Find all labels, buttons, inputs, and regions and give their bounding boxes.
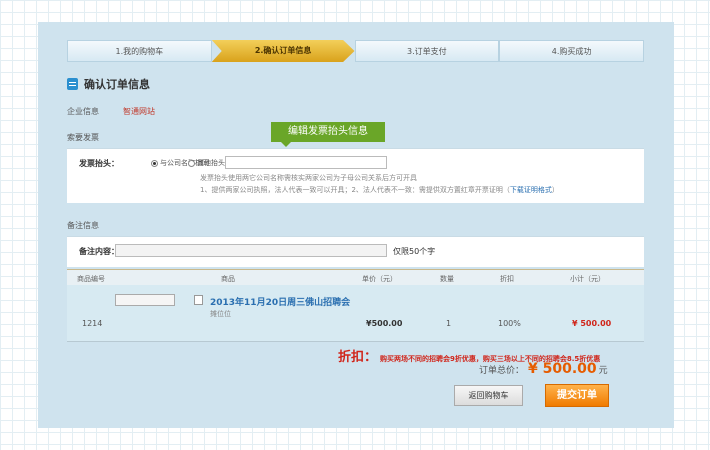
invoice-hint-end: ）	[551, 186, 559, 194]
step-cart[interactable]: 1.我的购物车	[67, 40, 212, 62]
total-unit: 元	[598, 366, 608, 376]
cell-discount: 100%	[498, 319, 521, 328]
back-to-cart-button[interactable]: 返回购物车	[454, 385, 523, 406]
remark-box: 备注内容： 仅限50个字	[67, 236, 644, 267]
invoice-box: 发票抬头： 与公司名称相同 其他抬头 发票抬头使用两它公司名称需核实两家公司为子…	[67, 148, 644, 203]
download-proof-link[interactable]: 下载证明格式	[510, 186, 552, 194]
title-row: 确认订单信息	[67, 76, 150, 92]
cell-id: 1214	[82, 319, 103, 328]
invoice-hint-detail: 1、提供两家公司执照，法人代表一致可以开具；2、法人代表不一致：需提供双方置红章…	[200, 185, 559, 195]
step-payment: 3.订单支付	[354, 40, 500, 62]
remark-input[interactable]	[115, 244, 387, 257]
page-title: 确认订单信息	[84, 78, 150, 91]
progress-steps: 1.我的购物车 2.确认订单信息 3.订单支付 4.购买成功	[67, 40, 644, 62]
cell-price: ¥500.00	[366, 319, 403, 328]
col-header-product: 商品	[221, 275, 235, 283]
invoice-title-input[interactable]	[225, 156, 387, 169]
remark-section-label: 备注信息	[67, 221, 99, 230]
cell-subtotal: ¥ 500.00	[572, 319, 612, 328]
company-label: 企业信息	[67, 107, 99, 116]
radio-other-title[interactable]: 其他抬头	[188, 158, 225, 168]
product-sub: 摊位位	[210, 310, 231, 318]
submit-order-button[interactable]: 提交订单	[545, 384, 609, 407]
col-header-qty: 数量	[440, 275, 454, 283]
invoice-hint: 发票抬头使用两它公司名称需核实两家公司为子母公司关系后方可开具	[200, 174, 417, 182]
radio-dot-checked[interactable]	[151, 159, 158, 167]
broken-image-icon	[194, 295, 203, 305]
remark-limit: 仅限50个字	[393, 247, 436, 256]
col-header-price: 单价（元）	[362, 275, 397, 283]
invoice-section-label: 索要发票	[67, 133, 99, 142]
order-total: 订单总价： ¥ 500.00 元	[479, 361, 608, 377]
product-thumbnail	[115, 294, 175, 306]
total-label: 订单总价：	[479, 366, 525, 376]
radio-other-label: 其他抬头	[197, 159, 225, 167]
cell-qty: 1	[446, 319, 452, 328]
total-amount: ¥ 500.00	[528, 361, 597, 377]
table-row: 2013年11月20日周三佛山招聘会 摊位位 1214 ¥500.00 1 10…	[67, 285, 644, 342]
remark-field-label: 备注内容：	[79, 247, 119, 256]
col-header-id: 商品编号	[77, 275, 105, 283]
step-confirm-order: 2.确认订单信息	[211, 40, 355, 62]
document-icon	[67, 78, 78, 90]
step-success: 4.购买成功	[499, 40, 644, 62]
product-name-link[interactable]: 2013年11月20日周三佛山招聘会	[210, 295, 350, 308]
col-header-subtotal: 小计（元）	[570, 275, 605, 283]
discount-title: 折扣：	[338, 350, 378, 365]
col-header-discount: 折扣	[500, 275, 514, 283]
radio-dot[interactable]	[188, 159, 195, 167]
company-name: 智通网站	[123, 107, 155, 116]
order-panel: 1.我的购物车 2.确认订单信息 3.订单支付 4.购买成功 确认订单信息 企业…	[38, 22, 674, 428]
invoice-tooltip: 编辑发票抬头信息	[271, 122, 385, 147]
invoice-field-label: 发票抬头：	[79, 159, 119, 168]
invoice-hint-text: 1、提供两家公司执照，法人代表一致可以开具；2、法人代表不一致：需提供双方置红章…	[200, 186, 510, 194]
